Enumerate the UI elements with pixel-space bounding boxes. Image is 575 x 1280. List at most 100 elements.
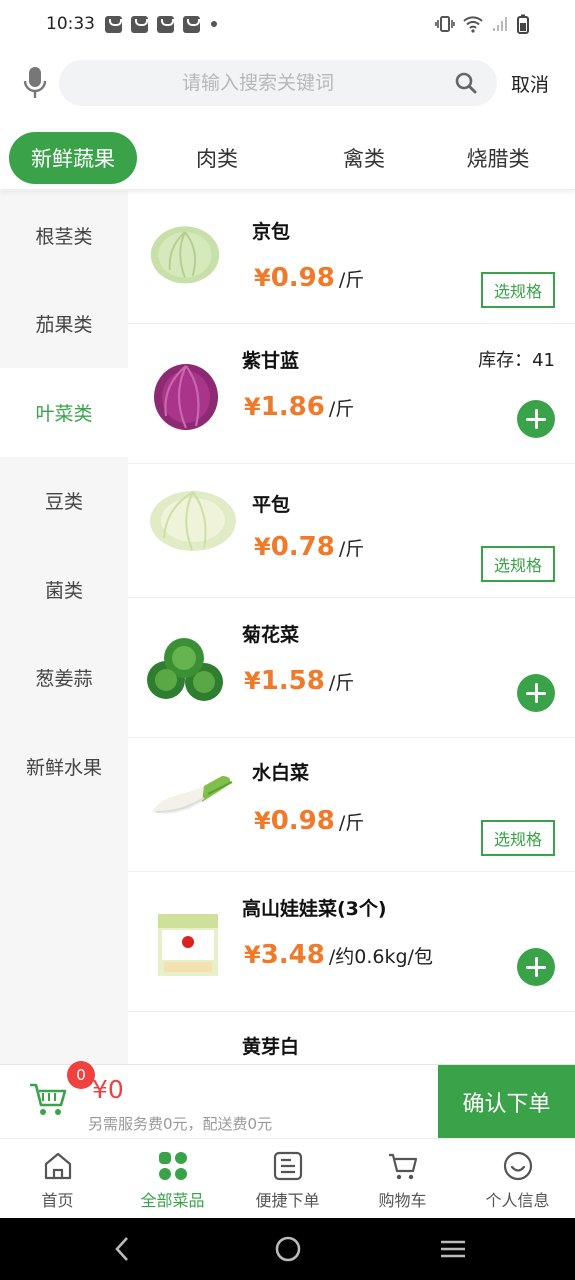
- cancel-button[interactable]: 取消: [511, 70, 549, 97]
- tab-roast-meat[interactable]: 烧腊类: [448, 132, 548, 184]
- add-to-cart-button[interactable]: [517, 948, 555, 986]
- sidebar-item-scallion-ginger-garlic[interactable]: 葱姜蒜: [0, 634, 128, 723]
- product-card[interactable]: 菊花菜 ¥ 1.58 /斤: [128, 598, 575, 738]
- tab-poultry[interactable]: 禽类: [320, 132, 408, 184]
- cart-icon: [388, 1153, 417, 1180]
- product-card[interactable]: 水白菜 ¥ 0.98 /斤 选规格: [128, 738, 575, 872]
- price-value: 1.86: [260, 392, 325, 422]
- nav-all-dishes[interactable]: 全部菜品: [115, 1139, 230, 1218]
- category-tabs: 新鲜蔬果 肉类 禽类 烧腊类: [0, 126, 575, 190]
- price-unit: /斤: [328, 672, 355, 694]
- price-unit: /斤: [338, 269, 365, 291]
- product-price: ¥ 0.98 /斤: [254, 806, 364, 836]
- recent-apps-icon[interactable]: [438, 1234, 468, 1264]
- notification-bag-icon: [131, 15, 148, 33]
- nav-quick-order[interactable]: 便捷下单: [230, 1139, 345, 1218]
- product-image-green-cabbage: [150, 226, 220, 284]
- add-to-cart-button[interactable]: [517, 674, 555, 712]
- notification-bag-icon: [183, 15, 200, 33]
- price-value: 0.98: [270, 806, 335, 836]
- sidebar-item-leafy-vegetables[interactable]: 叶菜类: [0, 368, 128, 457]
- product-price: ¥ 0.78 /斤: [254, 532, 364, 562]
- product-price: ¥ 0.98 /斤: [254, 263, 364, 293]
- product-card[interactable]: 高山娃娃菜(3个) ¥ 3.48 /约0.6kg/包: [128, 872, 575, 1012]
- sidebar-item-beans[interactable]: 豆类: [0, 457, 128, 546]
- nav-home[interactable]: 首页: [0, 1139, 115, 1218]
- nav-cart[interactable]: 购物车: [345, 1139, 460, 1218]
- product-name: 平包: [252, 494, 291, 516]
- product-card[interactable]: 平包 ¥ 0.78 /斤 选规格: [128, 464, 575, 598]
- status-time: 10:33: [46, 14, 95, 34]
- select-spec-button[interactable]: 选规格: [481, 272, 555, 308]
- cart-icon[interactable]: [28, 1079, 68, 1119]
- app-root: 10:33 取消 新鲜蔬果 肉类 禽类 烧腊类 根茎类 茄果类 叶菜: [0, 0, 575, 1280]
- price-value: 0.78: [270, 532, 335, 562]
- confirm-order-button[interactable]: 确认下单: [438, 1065, 575, 1138]
- select-spec-button[interactable]: 选规格: [481, 546, 555, 582]
- product-name: 菊花菜: [242, 624, 300, 646]
- battery-icon: [517, 14, 529, 34]
- search-box[interactable]: [59, 60, 497, 106]
- microphone-icon: [23, 67, 47, 98]
- price-unit: /斤: [338, 538, 365, 560]
- select-spec-button[interactable]: 选规格: [481, 820, 555, 856]
- grid-icon: [158, 1152, 187, 1180]
- notification-bag-icon: [157, 15, 174, 33]
- product-name: 高山娃娃菜(3个): [242, 898, 387, 920]
- quick-order-icon: [273, 1151, 302, 1181]
- product-image-baby-cabbage-pack: [158, 914, 218, 976]
- product-image-bok-choy: [152, 776, 233, 814]
- profile-icon: [503, 1151, 532, 1181]
- nav-label: 全部菜品: [140, 1191, 205, 1210]
- price-currency: ¥: [254, 807, 271, 835]
- sidebar-item-root-vegetables[interactable]: 根茎类: [0, 191, 128, 280]
- nav-label: 购物车: [378, 1191, 427, 1210]
- add-to-cart-button[interactable]: [517, 400, 555, 438]
- tab-meat[interactable]: 肉类: [173, 132, 261, 184]
- voice-input-button[interactable]: [15, 63, 55, 103]
- home-icon: [44, 1152, 71, 1180]
- more-notifications-dot-icon: [211, 21, 217, 27]
- vibrate-icon: [435, 16, 455, 32]
- search-input[interactable]: [59, 60, 497, 106]
- price-currency: ¥: [244, 667, 261, 695]
- cart-total: ¥0: [92, 1075, 124, 1104]
- search-row: 取消: [0, 58, 575, 108]
- sidebar-item-fresh-fruit[interactable]: 新鲜水果: [0, 722, 128, 811]
- search-icon[interactable]: [455, 72, 477, 94]
- product-card[interactable]: 黄芽白: [128, 1012, 575, 1064]
- notification-bag-icon: [105, 15, 122, 33]
- price-unit: /斤: [338, 812, 365, 834]
- back-icon[interactable]: [112, 1234, 132, 1264]
- price-value: 1.58: [260, 666, 325, 696]
- price-unit: /约0.6kg/包: [328, 946, 433, 968]
- wifi-icon: [463, 16, 483, 33]
- price-value: 0.98: [270, 263, 335, 293]
- nav-label: 首页: [41, 1191, 74, 1210]
- product-list: 京包 ¥ 0.98 /斤 选规格 紫甘蓝 库存：41 ¥ 1.86 /斤 平包 …: [128, 191, 575, 1064]
- subcategory-sidebar: 根茎类 茄果类 叶菜类 豆类 菌类 葱姜蒜 新鲜水果: [0, 191, 128, 1064]
- product-image-flat-cabbage: [150, 491, 236, 551]
- price-value: 3.48: [260, 940, 325, 970]
- product-name: 京包: [252, 221, 291, 243]
- sidebar-item-mushrooms[interactable]: 菌类: [0, 545, 128, 634]
- product-name: 黄芽白: [242, 1036, 300, 1058]
- product-card[interactable]: 紫甘蓝 库存：41 ¥ 1.86 /斤: [128, 324, 575, 464]
- tab-fresh-produce[interactable]: 新鲜蔬果: [9, 131, 137, 184]
- price-currency: ¥: [254, 533, 271, 561]
- cart-count-badge: 0: [67, 1061, 95, 1089]
- nav-label: 便捷下单: [255, 1191, 320, 1210]
- product-image-purple-cabbage: [154, 364, 218, 430]
- product-name: 水白菜: [252, 762, 310, 784]
- checkout-bar: 0 ¥0 另需服务费0元，配送费0元 确认下单: [0, 1061, 575, 1138]
- nav-profile[interactable]: 个人信息: [460, 1139, 575, 1218]
- price-unit: /斤: [328, 398, 355, 420]
- product-card[interactable]: 京包 ¥ 0.98 /斤 选规格: [128, 191, 575, 324]
- product-price: ¥ 3.48 /约0.6kg/包: [244, 940, 433, 970]
- signal-icon: [493, 17, 507, 31]
- status-bar: 10:33: [0, 0, 575, 48]
- home-circle-icon[interactable]: [274, 1234, 302, 1264]
- product-image-chrysanthemum-greens: [147, 638, 223, 701]
- sidebar-item-fruit-vegetables[interactable]: 茄果类: [0, 280, 128, 369]
- product-name: 紫甘蓝: [242, 350, 300, 372]
